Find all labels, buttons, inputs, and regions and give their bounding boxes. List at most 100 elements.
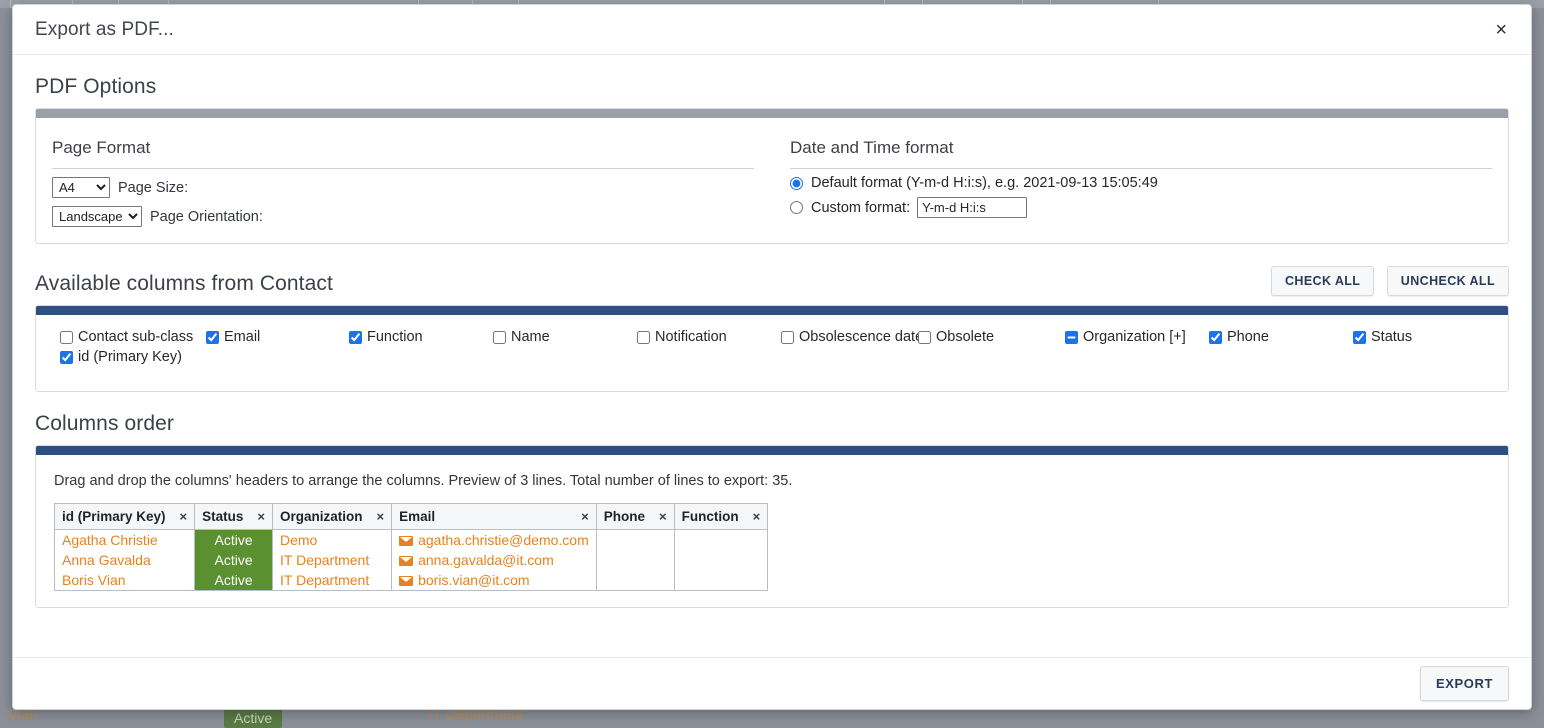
column-checkbox-label[interactable]: Phone [1227,329,1269,345]
page-format-group: Page Format A4 Page Size: Landscape Page… [52,132,772,227]
email-icon [399,576,414,586]
column-checkbox-label[interactable]: Contact sub-class [78,329,193,345]
page-format-heading: Page Format [52,138,754,169]
preview-cell-status: Active [194,550,273,570]
preview-cell-function [673,529,769,550]
column-checkbox-label[interactable]: id (Primary Key) [78,349,182,365]
custom-format-label: Custom format: [811,199,911,216]
dialog-footer: EXPORT [13,657,1531,709]
close-icon[interactable]: × [1489,18,1513,42]
preview-cell-email: agatha.christie@demo.com [391,529,597,550]
columns-order-panel-bar [36,446,1508,455]
preview-column-header-label: id (Primary Key) [62,509,166,524]
email-text[interactable]: anna.gavalda@it.com [418,552,554,568]
page-size-select[interactable]: A4 [52,177,110,198]
column-checkbox[interactable] [1353,330,1366,344]
remove-column-icon[interactable]: × [659,509,667,524]
column-checkbox-item: Status [1353,329,1412,345]
page-orientation-row: Landscape Page Orientation: [52,206,754,227]
remove-column-icon[interactable]: × [753,509,761,524]
preview-column-header[interactable]: Phone × [595,503,675,530]
preview-cell-function [673,570,769,591]
column-checkbox[interactable] [493,330,506,344]
page-orientation-label: Page Orientation: [150,208,263,225]
default-format-row: Default format (Y-m-d H:i:s), e.g. 2021-… [790,175,1492,191]
preview-cell-status: Active [194,570,273,591]
column-checkbox-label[interactable]: Function [367,329,423,345]
preview-cell-phone [595,529,675,550]
remove-column-icon[interactable]: × [180,509,188,524]
preview-table-body: Agatha Christie Active Demo agatha.christie… [53,529,769,591]
page-size-row: A4 Page Size: [52,177,754,198]
preview-cell-phone [595,550,675,570]
column-checkbox[interactable] [781,330,794,344]
custom-format-input[interactable] [917,197,1028,218]
preview-column-header-label: Phone [603,509,645,524]
preview-column-header[interactable]: Function × [673,503,769,530]
preview-column-header[interactable]: id (Primary Key) × [53,503,196,530]
default-format-label: Default format (Y-m-d H:i:s), e.g. 2021-… [811,175,1158,191]
check-buttons-group: CHECK ALL UNCHECK ALL [1270,266,1509,296]
remove-column-icon[interactable]: × [257,509,265,524]
column-checkbox-label[interactable]: Organization [+] [1083,329,1186,345]
column-checkbox[interactable] [206,330,219,344]
column-checkbox-label[interactable]: Obsolescence date [799,329,923,345]
email-text[interactable]: boris.vian@it.com [418,572,529,588]
pdf-options-heading: PDF Options [35,75,157,98]
remove-column-icon[interactable]: × [377,509,385,524]
backdrop-status-badge: Active [224,708,283,728]
preview-cell-id: Boris Vian [53,570,196,591]
available-columns-panel: Contact sub-class Email Function Name Notifi… [35,305,1509,392]
column-checkbox-item: Obsolescence date [781,329,923,345]
export-pdf-dialog: Export as PDF... × PDF Options Page Form… [12,4,1532,710]
column-checkbox[interactable] [1209,330,1222,344]
preview-cell-status: Active [194,529,273,550]
column-checkbox-label[interactable]: Name [511,329,550,345]
column-checkbox-item: Contact sub-class [60,329,193,345]
preview-cell-phone [595,570,675,591]
column-checkbox-item: Organization [+] [1065,329,1186,345]
columns-order-hint: Drag and drop the columns' headers to ar… [54,473,793,489]
preview-column-header[interactable]: Email × [391,503,597,530]
preview-table-row: Boris Vian Active IT Department boris.vian@… [53,570,769,591]
column-checkbox[interactable] [60,330,73,344]
preview-column-header-label: Email [399,509,436,524]
dialog-body: PDF Options Page Format A4 Page Size: La… [13,55,1531,659]
export-button[interactable]: EXPORT [1419,666,1509,701]
dialog-title: Export as PDF... [35,18,174,40]
custom-format-radio[interactable] [790,201,803,214]
email-icon [399,556,414,566]
column-checkbox-grid: Contact sub-class Email Function Name Notifi… [52,329,1492,375]
preview-column-header[interactable]: Organization × [271,503,393,530]
column-checkbox[interactable] [637,330,650,344]
email-text[interactable]: agatha.christie@demo.com [418,532,589,548]
column-checkbox[interactable] [60,350,73,364]
preview-cell-id: Anna Gavalda [53,550,196,570]
datetime-format-heading: Date and Time format [790,138,1492,169]
column-checkbox[interactable] [1065,330,1078,344]
datetime-format-group: Date and Time format Default format (Y-m… [772,132,1492,227]
preview-cell-email: anna.gavalda@it.com [391,550,597,570]
preview-cell-organization: Demo [271,529,393,550]
preview-column-header-label: Function [681,509,739,524]
check-all-button[interactable]: CHECK ALL [1270,266,1375,296]
column-checkbox-label[interactable]: Obsolete [936,329,994,345]
column-checkbox-item: Obsolete [918,329,994,345]
uncheck-all-button[interactable]: UNCHECK ALL [1386,266,1509,296]
column-checkbox-item: id (Primary Key) [60,349,182,365]
column-checkbox-label[interactable]: Email [224,329,260,345]
preview-column-header-label: Status [202,509,244,524]
custom-format-row: Custom format: [790,197,1492,218]
email-icon [399,536,414,546]
page-orientation-select[interactable]: Landscape [52,206,142,227]
preview-cell-id: Agatha Christie [53,529,196,550]
preview-column-header[interactable]: Status × [194,503,273,530]
column-checkbox[interactable] [349,330,362,344]
column-checkbox-item: Function [349,329,423,345]
preview-cell-organization: IT Department [271,570,393,591]
column-checkbox-label[interactable]: Notification [655,329,727,345]
default-format-radio[interactable] [790,176,803,190]
column-checkbox-label[interactable]: Status [1371,329,1412,345]
column-checkbox[interactable] [918,330,931,344]
remove-column-icon[interactable]: × [581,509,589,524]
